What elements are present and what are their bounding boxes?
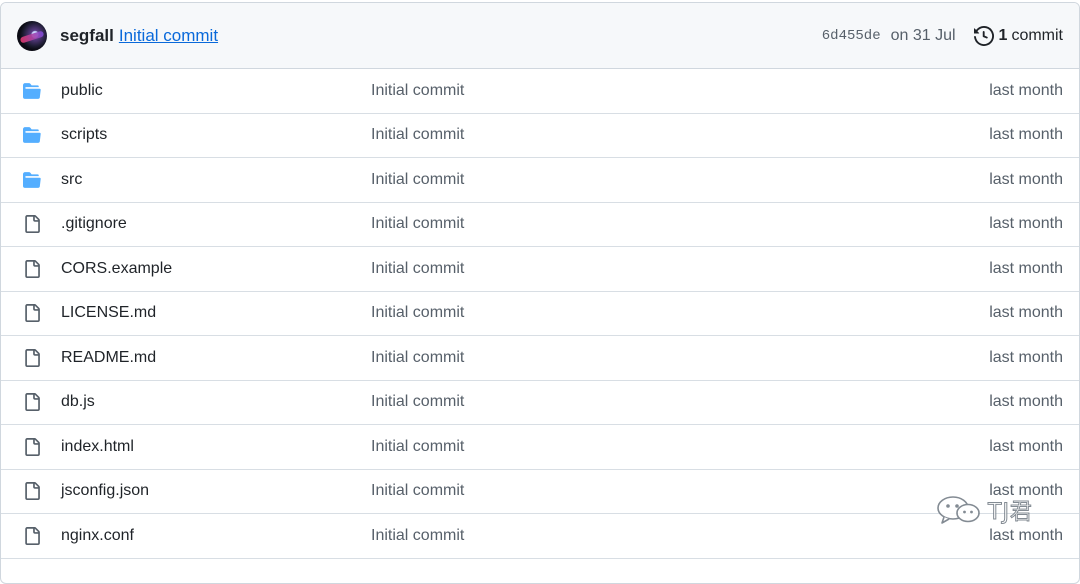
file-name-link[interactable]: jsconfig.json: [61, 482, 371, 500]
commit-message-link[interactable]: Initial commit: [371, 349, 464, 367]
file-icon: [20, 348, 44, 368]
commit-date: on 31 Jul: [890, 26, 956, 44]
file-icon: [20, 526, 44, 546]
file-row[interactable]: .gitignore Initial commit last month: [1, 203, 1079, 247]
commit-age: last month: [989, 393, 1063, 411]
file-icon: [20, 481, 44, 501]
commit-message-link[interactable]: Initial commit: [371, 304, 464, 322]
commit-message-link[interactable]: Initial commit: [371, 527, 464, 545]
commit-message-link[interactable]: Initial commit: [371, 482, 464, 500]
commit-message-link[interactable]: Initial commit: [371, 260, 464, 278]
file-name-link[interactable]: public: [61, 82, 371, 100]
file-name-link[interactable]: scripts: [61, 126, 371, 144]
commit-message-link[interactable]: Initial commit: [119, 26, 218, 46]
file-icon: [20, 392, 44, 412]
folder-icon: [20, 171, 44, 189]
file-name-link[interactable]: README.md: [61, 349, 371, 367]
wechat-icon: [937, 496, 980, 524]
file-name-link[interactable]: nginx.conf: [61, 527, 371, 545]
file-name-link[interactable]: CORS.example: [61, 260, 371, 278]
commit-sha[interactable]: 6d455de: [822, 28, 881, 44]
commit-message-link[interactable]: Initial commit: [371, 82, 464, 100]
file-icon: [20, 303, 44, 323]
file-row[interactable]: index.html Initial commit last month: [1, 425, 1079, 470]
file-row[interactable]: CORS.example Initial commit last month: [1, 247, 1079, 292]
watermark: TJ君: [936, 494, 1033, 526]
file-name-link[interactable]: db.js: [61, 393, 371, 411]
history-icon: [973, 25, 994, 46]
folder-icon: [20, 82, 44, 100]
file-row[interactable]: jsconfig.json Initial commit last month: [1, 470, 1079, 514]
commit-age: last month: [989, 259, 1063, 277]
commit-message-link[interactable]: Initial commit: [371, 126, 464, 144]
file-icon: [20, 259, 44, 279]
avatar[interactable]: [17, 20, 47, 51]
commit-message-link[interactable]: Initial commit: [371, 438, 464, 456]
file-row[interactable]: LICENSE.md Initial commit last month: [1, 292, 1079, 336]
file-icon: [20, 437, 44, 457]
file-row[interactable]: scripts Initial commit last month: [1, 114, 1079, 158]
file-row[interactable]: db.js Initial commit last month: [1, 381, 1079, 425]
file-icon: [20, 214, 44, 234]
commit-age: last month: [989, 215, 1063, 233]
commit-age: last month: [989, 526, 1063, 544]
folder-icon: [20, 126, 44, 144]
file-row[interactable]: public Initial commit last month: [1, 69, 1079, 114]
file-row[interactable]: nginx.conf Initial commit last month: [1, 514, 1079, 559]
file-name-link[interactable]: index.html: [61, 438, 371, 456]
commit-message-link[interactable]: Initial commit: [371, 393, 464, 411]
commit-count-label: commit: [1011, 26, 1063, 44]
commit-history-link[interactable]: 1 commit: [973, 25, 1063, 46]
commit-message-link[interactable]: Initial commit: [371, 171, 464, 189]
commit-age: last month: [989, 81, 1063, 99]
file-rows: public Initial commit last month scripts Ini…: [1, 69, 1079, 559]
commit-meta: 6d455de on 31 Jul 1 commit: [822, 25, 1063, 46]
file-name-link[interactable]: .gitignore: [61, 215, 371, 233]
commit-count: 1: [998, 26, 1008, 44]
file-name-link[interactable]: src: [61, 171, 371, 189]
file-row[interactable]: README.md Initial commit last month: [1, 336, 1079, 381]
commit-age: last month: [989, 304, 1063, 322]
latest-commit-bar: segfall Initial commit 6d455de on 31 Jul…: [1, 3, 1079, 69]
watermark-text: TJ君: [988, 500, 1033, 526]
commit-author[interactable]: segfall: [60, 26, 114, 46]
file-name-link[interactable]: LICENSE.md: [61, 304, 371, 322]
commit-message-link[interactable]: Initial commit: [371, 215, 464, 233]
file-row[interactable]: src Initial commit last month: [1, 158, 1079, 203]
commit-age: last month: [989, 170, 1063, 188]
commit-age: last month: [989, 126, 1063, 144]
file-list-box: segfall Initial commit 6d455de on 31 Jul…: [0, 2, 1080, 584]
commit-age: last month: [989, 437, 1063, 455]
commit-age: last month: [989, 348, 1063, 366]
